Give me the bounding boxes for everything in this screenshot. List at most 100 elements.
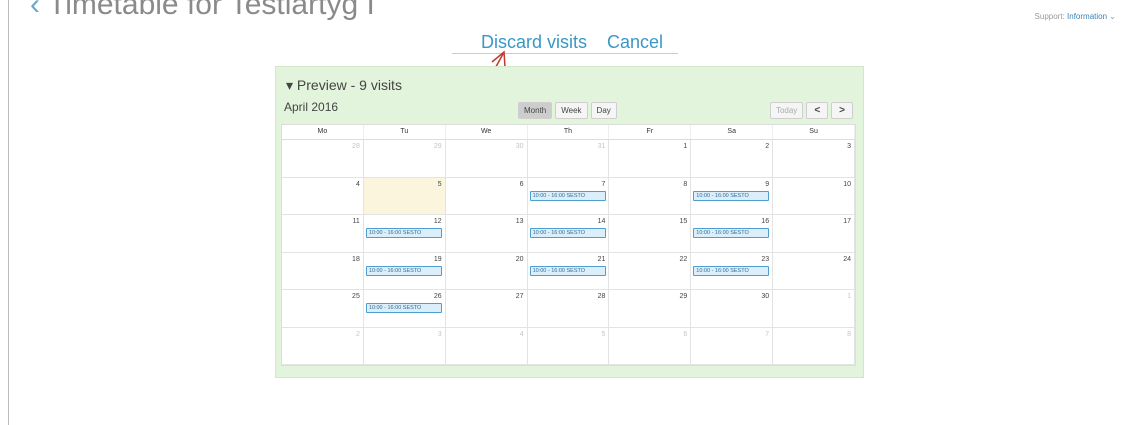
calendar-day-cell[interactable]: 18	[282, 252, 364, 290]
day-number: 12	[433, 218, 442, 225]
calendar-day-cell[interactable]: 1	[609, 140, 692, 178]
visit-event[interactable]: 10:00 - 16:00 SESTO	[365, 265, 442, 276]
day-number: 28	[597, 293, 606, 300]
calendar-day-cell[interactable]: 20	[445, 252, 528, 290]
day-number: 8	[847, 330, 851, 338]
day-number: 13	[515, 218, 524, 225]
calendar-day-cell[interactable]: 26 10:00 - 16:00 SESTO	[363, 290, 446, 328]
day-number: 3	[847, 143, 851, 150]
calendar-day-cell[interactable]: 30	[691, 290, 774, 328]
day-number: 7	[601, 180, 606, 188]
day-number: 17	[843, 218, 851, 225]
calendar-day-cell[interactable]: 14 10:00 - 16:00 SESTO	[527, 215, 610, 253]
day-number: 4	[355, 180, 360, 188]
preview-panel: ▾ Preview - 9 visits April 2016 Month We…	[275, 66, 864, 378]
day-number: 1	[683, 143, 688, 150]
calendar-day-cell[interactable]: 28	[282, 140, 364, 178]
day-number: 8	[683, 180, 688, 188]
calendar-day-cell[interactable]: 29	[609, 290, 692, 328]
calendar-day-cell[interactable]: 31	[527, 140, 610, 178]
calendar-day-cell[interactable]: 30	[445, 140, 528, 178]
weekday-label: Fr	[609, 125, 692, 139]
month-view-button[interactable]: Month	[518, 102, 553, 119]
day-number: 1	[847, 293, 851, 300]
visit-event[interactable]: 10:00 - 16:00 SESTO	[693, 228, 770, 238]
visit-event[interactable]: 10:00 - 16:00 SESTO	[529, 265, 606, 276]
calendar-day-cell[interactable]: 17	[773, 215, 855, 253]
calendar-day-cell[interactable]: 6	[609, 327, 692, 365]
caret-down-icon: ▾	[286, 77, 294, 93]
day-number: 15	[679, 218, 688, 225]
day-number: 5	[437, 180, 442, 188]
weekday-label: We	[446, 125, 528, 139]
calendar-nav: Today < >	[769, 102, 853, 119]
preview-title-text: Preview - 9 visits	[296, 77, 402, 93]
calendar-day-cell[interactable]: 4	[445, 327, 528, 365]
calendar-day-cell[interactable]: 8	[609, 177, 692, 215]
weekday-label: Su	[773, 125, 855, 139]
day-number: 6	[683, 330, 688, 338]
day-number: 11	[352, 218, 360, 225]
day-number: 27	[515, 293, 524, 300]
calendar-day-cell[interactable]: 4	[282, 177, 364, 215]
day-number: 7	[765, 330, 770, 338]
calendar-day-cell[interactable]: 3	[363, 327, 446, 365]
calendar-day-cell[interactable]: 22	[609, 252, 692, 290]
calendar-day-cell[interactable]: 28	[527, 290, 610, 328]
visit-event[interactable]: 10:00 - 16:00 SESTO	[693, 265, 770, 276]
day-number: 3	[437, 330, 442, 338]
calendar-day-cell[interactable]: 23 10:00 - 16:00 SESTO	[691, 252, 774, 290]
calendar-day-cell[interactable]: 6	[445, 177, 528, 215]
day-number: 9	[765, 180, 770, 188]
day-number: 18	[352, 255, 360, 263]
visit-event[interactable]: 10:00 - 16:00 SESTO	[693, 190, 770, 201]
calendar-day-cell[interactable]: 15	[609, 215, 692, 253]
visit-event[interactable]: 10:00 - 16:00 SESTO	[365, 303, 442, 313]
calendar-day-cell[interactable]: 11	[282, 215, 364, 253]
week-view-button[interactable]: Week	[555, 102, 588, 119]
weekday-label: Tu	[364, 125, 446, 139]
day-number: 31	[597, 143, 606, 150]
calendar-day-cell[interactable]: 21 10:00 - 16:00 SESTO	[527, 252, 610, 290]
calendar-month-label: April 2016	[284, 100, 339, 114]
calendar-day-cell[interactable]: 13	[445, 215, 528, 253]
visit-event[interactable]: 10:00 - 16:00 SESTO	[529, 228, 606, 238]
day-number: 30	[515, 143, 524, 150]
next-month-button[interactable]: >	[831, 102, 853, 119]
calendar-day-cell[interactable]: 3	[773, 140, 855, 178]
calendar-day-cell[interactable]: 8	[773, 327, 855, 365]
calendar-day-cell[interactable]: 1	[773, 290, 855, 328]
visit-event[interactable]: 10:00 - 16:00 SESTO	[365, 228, 442, 238]
day-number: 2	[355, 330, 360, 338]
calendar-day-cell[interactable]: 19 10:00 - 16:00 SESTO	[363, 252, 446, 290]
day-number: 2	[765, 143, 770, 150]
weekday-label: Sa	[691, 125, 774, 139]
day-number: 26	[433, 293, 442, 300]
calendar-day-cell[interactable]: 29	[363, 140, 446, 178]
calendar-day-cell[interactable]: 2	[282, 327, 364, 365]
preview-toggle[interactable]: ▾ Preview - 9 visits	[286, 77, 402, 94]
view-switcher: Month Week Day	[518, 102, 617, 119]
day-number: 30	[761, 293, 770, 300]
calendar-day-cell[interactable]: 5	[527, 327, 610, 365]
calendar-day-cell[interactable]: 9 10:00 - 16:00 SESTO	[691, 177, 774, 215]
calendar-day-cell[interactable]: 7	[691, 327, 774, 365]
calendar-day-cell[interactable]: 5	[363, 177, 446, 215]
calendar-day-cell[interactable]: 27	[445, 290, 528, 328]
calendar-day-cell[interactable]: 7 10:00 - 16:00 SESTO	[527, 177, 610, 215]
prev-month-button[interactable]: <	[806, 102, 829, 119]
day-number: 20	[515, 255, 524, 263]
calendar-day-cell[interactable]: 12 10:00 - 16:00 SESTO	[363, 215, 446, 253]
calendar-day-cell[interactable]: 16 10:00 - 16:00 SESTO	[691, 215, 774, 253]
calendar-day-cell[interactable]: 10	[773, 177, 855, 215]
calendar-grid: 28 29 30 31 1 2 3 4 5 6 7 10:00 - 16:00 SESTO 8 9 10:0…	[282, 140, 855, 365]
calendar-day-cell[interactable]: 25	[282, 290, 364, 328]
day-number: 29	[679, 293, 688, 300]
today-button[interactable]: Today	[769, 102, 804, 119]
calendar-day-cell[interactable]: 24	[773, 252, 855, 290]
visit-event[interactable]: 10:00 - 16:00 SESTO	[529, 190, 606, 201]
weekday-label: Mo	[282, 125, 364, 139]
day-view-button[interactable]: Day	[590, 102, 617, 119]
day-number: 4	[519, 330, 524, 338]
calendar-day-cell[interactable]: 2	[691, 140, 774, 178]
